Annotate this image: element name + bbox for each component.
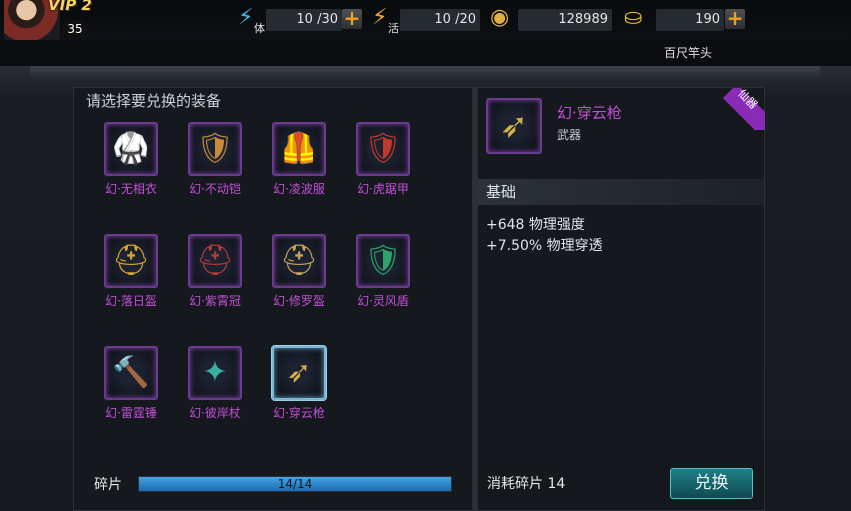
exchange-button[interactable]: 兑换 xyxy=(670,468,753,499)
selected-item-name: 幻·穿云枪 xyxy=(557,104,622,122)
staff-icon: ✦ xyxy=(202,355,228,390)
rarity-ribbon: 仙器 xyxy=(723,88,765,130)
item-name: 幻·凌波服 xyxy=(273,182,325,196)
plate-armor-icon: 🛡 xyxy=(195,131,235,166)
item-name: 幻·落日盔 xyxy=(105,294,157,308)
spear-icon: ➶ xyxy=(499,106,529,146)
item-name: 幻·紫霄冠 xyxy=(189,294,241,308)
item-name: 幻·灵风盾 xyxy=(357,294,409,308)
panel-title: 请选择要兑换的装备 xyxy=(86,92,222,110)
progress-text: 14/14 xyxy=(277,477,313,491)
coin-value: 128989 xyxy=(518,9,612,31)
equipment-item[interactable]: 🛡 幻·虎踞甲 xyxy=(352,122,414,197)
coin-icon: ◉ xyxy=(490,5,510,30)
stamina-label: 体 xyxy=(254,22,265,35)
stamina-value: 10 /30 xyxy=(266,9,342,31)
spear-icon: ➶ xyxy=(286,355,312,390)
equipment-item[interactable]: 🔨 幻·雷霆锤 xyxy=(100,346,162,421)
fragment-progress-bar: 14/14 xyxy=(138,476,452,492)
vitality-value: 10 /20 xyxy=(400,9,480,31)
add-gold-button[interactable]: + xyxy=(725,8,745,29)
location-name: 百尺竿头 xyxy=(664,46,713,60)
player-level: 35 xyxy=(62,20,88,38)
horned-helmet-icon: ⛑ xyxy=(279,243,319,278)
equipment-item[interactable]: ✦ 幻·彼岸杖 xyxy=(184,346,246,421)
item-slot[interactable]: 🛡 xyxy=(356,234,410,288)
item-slot[interactable]: 🛡 xyxy=(356,122,410,176)
equipment-item[interactable]: 🦺 幻·凌波服 xyxy=(268,122,330,197)
top-bar: VIP 2 35 ⚡ 体 10 /30 + ⚡ 活 10 /20 ◉ 12898… xyxy=(0,0,851,40)
stat-line: +648 物理强度 xyxy=(486,217,585,233)
frame-ridge xyxy=(30,66,820,80)
selected-item-slot: ➶ xyxy=(486,98,542,154)
item-name: 幻·雷霆锤 xyxy=(105,406,157,420)
item-slot[interactable]: 🛡 xyxy=(188,122,242,176)
item-slot[interactable]: 🥋 xyxy=(104,122,158,176)
item-slot[interactable]: 🦺 xyxy=(272,122,326,176)
equipment-item[interactable]: ⛑ 幻·落日盔 xyxy=(100,234,162,309)
item-name: 幻·修罗盔 xyxy=(273,294,325,308)
fragment-cost: 消耗碎片 14 xyxy=(487,476,566,492)
equipment-item[interactable]: ⛑ 幻·紫霄冠 xyxy=(184,234,246,309)
hammer-icon: 🔨 xyxy=(112,355,150,390)
item-slot[interactable]: ⛑ xyxy=(104,234,158,288)
gold-value: 190 xyxy=(656,9,724,31)
lightning-icon: ⚡ xyxy=(372,5,388,30)
section-title: 基础 xyxy=(486,183,517,201)
item-name: 幻·彼岸杖 xyxy=(189,406,241,420)
equipment-item[interactable]: 🥋 幻·无相衣 xyxy=(100,122,162,197)
add-stamina-button[interactable]: + xyxy=(342,8,362,29)
item-name: 幻·虎踞甲 xyxy=(357,182,409,196)
item-slot[interactable]: ➶ xyxy=(272,346,326,400)
vitality-label: 活 xyxy=(388,22,399,35)
crimson-helmet-icon: ⛑ xyxy=(195,243,235,278)
item-name: 幻·穿云枪 xyxy=(273,406,325,420)
fragment-label: 碎片 xyxy=(94,477,122,493)
item-slot[interactable]: ⛑ xyxy=(272,234,326,288)
section-header xyxy=(478,179,764,205)
item-slot[interactable]: ✦ xyxy=(188,346,242,400)
selected-item-type: 武器 xyxy=(557,128,582,142)
equipment-item[interactable]: ➶ 幻·穿云枪 xyxy=(268,346,330,421)
item-name: 幻·无相衣 xyxy=(105,182,157,196)
stat-line: +7.50% 物理穿透 xyxy=(486,238,603,254)
green-shield-icon: 🛡 xyxy=(363,243,403,278)
vip-badge: VIP 2 xyxy=(48,0,92,14)
item-slot[interactable]: ⛑ xyxy=(188,234,242,288)
golden-helmet-icon: ⛑ xyxy=(111,243,151,278)
equipment-item[interactable]: 🛡 幻·灵风盾 xyxy=(352,234,414,309)
item-name: 幻·不动铠 xyxy=(189,182,241,196)
gold-ingot-icon: ⛀ xyxy=(624,5,643,30)
red-armor-icon: 🛡 xyxy=(363,131,403,166)
robe-armor-icon: 🥋 xyxy=(112,131,150,166)
status-strip xyxy=(0,40,851,66)
lightning-icon: ⚡ xyxy=(238,5,254,30)
equipment-item[interactable]: 🛡 幻·不动铠 xyxy=(184,122,246,197)
silver-armor-icon: 🦺 xyxy=(280,131,318,166)
item-slot[interactable]: 🔨 xyxy=(104,346,158,400)
equipment-item[interactable]: ⛑ 幻·修罗盔 xyxy=(268,234,330,309)
